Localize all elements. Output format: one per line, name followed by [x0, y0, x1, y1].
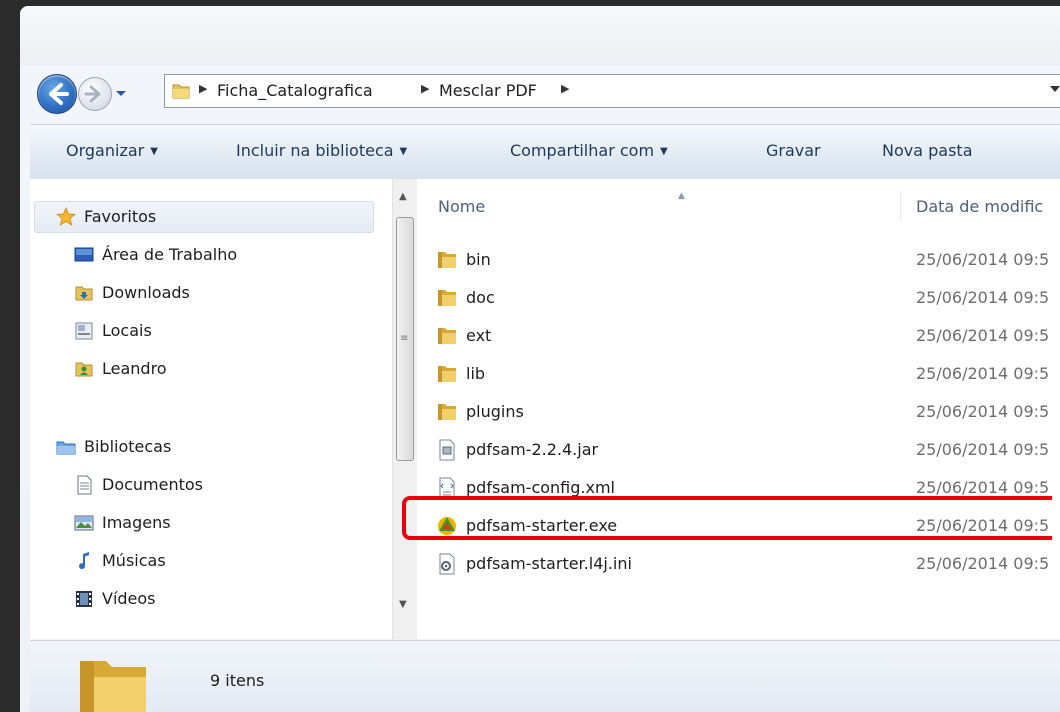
- libraries-icon: [56, 441, 76, 455]
- recent-pages-chevron-icon[interactable]: [114, 84, 128, 102]
- grip-icon: ≡: [400, 333, 409, 344]
- file-row-ini[interactable]: pdfsam-starter.l4j.ini 25/06/2014 09:5: [418, 549, 1060, 579]
- chevron-down-icon: ▼: [150, 146, 158, 157]
- chevron-down-icon: ▼: [399, 146, 408, 157]
- star-icon: [56, 207, 76, 226]
- file-list: Nome ▲ Data de modific bin 25/06/2014 09…: [418, 179, 1060, 639]
- jar-file-icon: [439, 439, 455, 461]
- details-pane: 9 itens: [30, 640, 1060, 712]
- navigation-pane-scrollbar[interactable]: ▲ ≡ ▼: [392, 179, 417, 639]
- file-row-bin[interactable]: bin 25/06/2014 09:5: [418, 245, 1060, 275]
- desktop-icon: [74, 247, 94, 262]
- address-dropdown-icon[interactable]: [1050, 86, 1060, 94]
- item-count: 9 itens: [210, 671, 265, 690]
- folder-icon: [438, 290, 456, 306]
- breadcrumb-separator-icon[interactable]: ▶: [199, 82, 207, 95]
- title-bar: [20, 6, 1060, 66]
- breadcrumb-separator-icon[interactable]: ▶: [561, 82, 569, 95]
- navigation-bar: ▶ Ficha_Catalografica ▶ Mesclar PDF ▶: [20, 64, 1060, 120]
- folder-icon: [438, 328, 456, 344]
- highlight-box: [402, 496, 1052, 540]
- column-header-row: Nome ▲ Data de modific: [418, 189, 1060, 223]
- back-button[interactable]: [37, 74, 77, 114]
- new-folder-button[interactable]: Nova pasta: [882, 141, 973, 160]
- address-bar[interactable]: ▶ Ficha_Catalografica ▶ Mesclar PDF ▶: [164, 74, 1060, 108]
- folder-icon: [438, 252, 456, 268]
- breadcrumb-ficha-catalografica[interactable]: Ficha_Catalografica: [217, 81, 373, 100]
- settings-file-icon: [439, 553, 455, 575]
- scrollbar-thumb[interactable]: ≡: [396, 217, 414, 461]
- explorer-window: ▶ Ficha_Catalografica ▶ Mesclar PDF ▶ Or…: [20, 6, 1060, 712]
- file-row-ext[interactable]: ext 25/06/2014 09:5: [418, 321, 1060, 351]
- file-row-plugins[interactable]: plugins 25/06/2014 09:5: [418, 397, 1060, 427]
- share-with-button[interactable]: Compartilhar com ▼: [510, 141, 668, 160]
- pictures-icon: [74, 515, 94, 531]
- folder-icon: [172, 84, 190, 99]
- file-row-doc[interactable]: doc 25/06/2014 09:5: [418, 283, 1060, 313]
- user-folder-icon: [75, 362, 93, 377]
- document-icon: [77, 475, 92, 495]
- scroll-up-arrow-icon[interactable]: ▲: [399, 191, 407, 202]
- explorer-body: Favoritos Área de Trabalho Downloads Loc…: [30, 179, 1060, 639]
- video-film-icon: [76, 591, 92, 607]
- sort-ascending-icon: ▲: [678, 191, 685, 201]
- column-header-date[interactable]: Data de modific: [916, 197, 1043, 216]
- recent-places-icon: [75, 322, 93, 340]
- column-divider[interactable]: [900, 191, 901, 221]
- column-header-name[interactable]: Nome: [438, 197, 485, 216]
- forward-button[interactable]: [78, 77, 112, 111]
- folder-icon: [438, 404, 456, 420]
- organize-button[interactable]: Organizar ▼: [66, 141, 158, 160]
- downloads-folder-icon: [75, 286, 93, 301]
- file-row-jar[interactable]: pdfsam-2.2.4.jar 25/06/2014 09:5: [418, 435, 1060, 465]
- chevron-down-icon: ▼: [660, 146, 668, 157]
- breadcrumb-separator-icon[interactable]: ▶: [421, 82, 429, 95]
- navigation-pane: Favoritos Área de Trabalho Downloads Loc…: [30, 179, 390, 639]
- command-bar: Organizar ▼ Incluir na biblioteca ▼ Compar…: [30, 124, 1060, 180]
- folder-icon: [438, 366, 456, 382]
- music-note-icon: [79, 552, 89, 570]
- folder-large-icon: [80, 661, 146, 712]
- back-arrow-icon: [49, 83, 69, 105]
- scroll-down-arrow-icon[interactable]: ▼: [399, 599, 407, 610]
- forward-arrow-icon: [84, 85, 101, 103]
- burn-button[interactable]: Gravar: [766, 141, 821, 160]
- file-row-lib[interactable]: lib 25/06/2014 09:5: [418, 359, 1060, 389]
- include-library-button[interactable]: Incluir na biblioteca ▼: [236, 141, 407, 160]
- breadcrumb-mesclar-pdf[interactable]: Mesclar PDF: [439, 81, 537, 100]
